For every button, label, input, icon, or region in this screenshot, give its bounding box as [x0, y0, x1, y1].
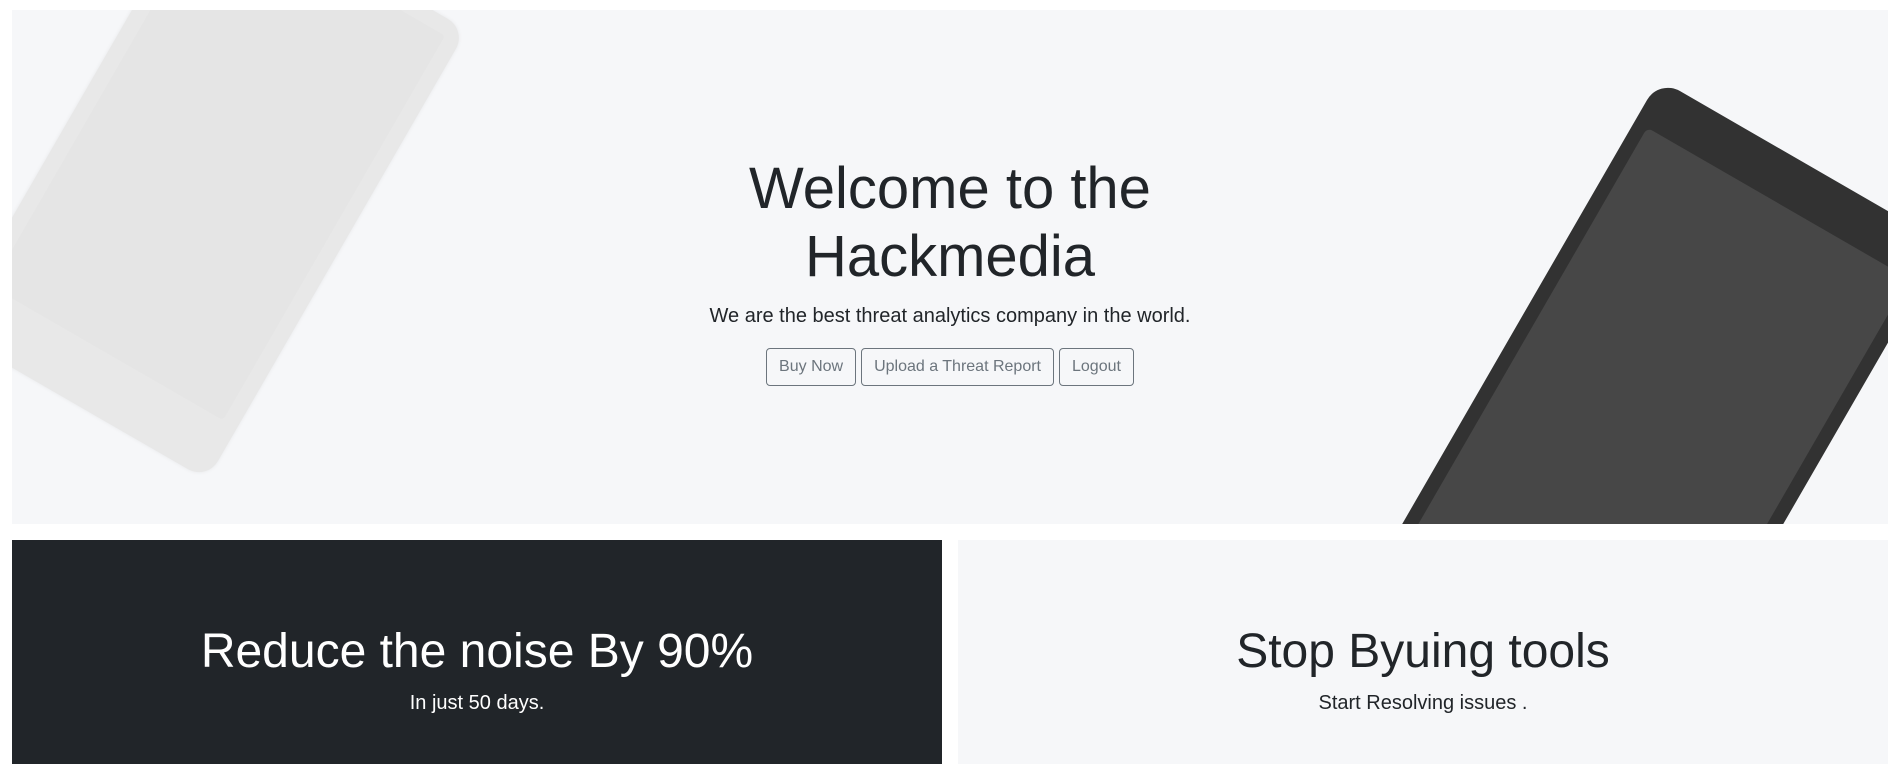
hero-title: Welcome to the Hackmedia — [749, 156, 1151, 289]
hero-subtitle: We are the best threat analytics company… — [709, 305, 1191, 327]
noise-reduction-panel: Reduce the noise By 90% In just 50 days. — [12, 540, 942, 764]
stop-buying-tools-panel: Stop Byuing tools Start Resolving issues… — [958, 540, 1888, 764]
panel-title: Stop Byuing tools — [1236, 625, 1610, 678]
logout-button[interactable]: Logout — [1059, 348, 1134, 386]
panel-title: Reduce the noise By 90% — [200, 625, 754, 678]
panel-subtitle: Start Resolving issues . — [1318, 692, 1528, 714]
hero-button-group: Buy Now Upload a Threat Report Logout — [12, 348, 1888, 386]
hero-section: Welcome to the Hackmedia We are the best… — [12, 10, 1888, 524]
hero-content: Welcome to the Hackmedia We are the best… — [12, 155, 1888, 386]
upload-threat-report-button[interactable]: Upload a Threat Report — [861, 348, 1054, 386]
panel-subtitle: In just 50 days. — [409, 692, 545, 714]
buy-now-button[interactable]: Buy Now — [766, 348, 857, 386]
